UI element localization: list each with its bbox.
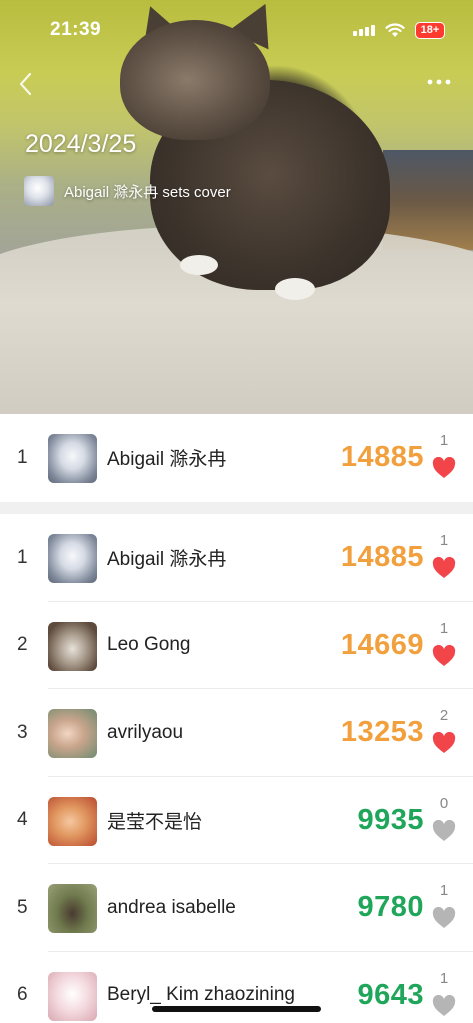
wifi-icon bbox=[385, 22, 405, 38]
like-count: 1 bbox=[439, 432, 449, 449]
avatar[interactable] bbox=[48, 621, 97, 671]
step-score: 9780 bbox=[357, 891, 424, 924]
section-separator bbox=[0, 502, 473, 514]
home-indicator[interactable] bbox=[152, 1006, 321, 1012]
like-control[interactable]: 1 bbox=[432, 968, 456, 1017]
step-score: 9643 bbox=[357, 978, 424, 1011]
like-control[interactable]: 1 bbox=[432, 880, 456, 929]
like-control[interactable]: 1 bbox=[432, 618, 456, 667]
heart-icon[interactable] bbox=[432, 457, 456, 479]
ranking-row[interactable]: 3 avrilyaou 13253 2 bbox=[0, 689, 473, 777]
rank-number: 6 bbox=[17, 984, 28, 1006]
rank-number: 3 bbox=[17, 721, 28, 743]
ranking-row[interactable]: 5 andrea isabelle 9780 1 bbox=[0, 864, 473, 952]
user-name: Abigail 滁永冉 bbox=[107, 549, 227, 571]
ranking-row[interactable]: 2 Leo Gong 14669 1 bbox=[0, 602, 473, 689]
rank-number: 4 bbox=[17, 809, 28, 831]
cover-setter-avatar bbox=[24, 176, 54, 206]
rank-number: 1 bbox=[17, 546, 28, 568]
heart-icon[interactable] bbox=[432, 557, 456, 579]
like-control[interactable]: 0 bbox=[432, 793, 456, 842]
avatar[interactable] bbox=[48, 796, 97, 846]
user-name: andrea isabelle bbox=[107, 896, 236, 918]
status-time: 21:39 bbox=[50, 19, 102, 40]
user-name: Beryl_ Kim zhaozining bbox=[107, 984, 295, 1006]
like-control[interactable]: 1 bbox=[432, 430, 456, 479]
avatar[interactable] bbox=[48, 434, 97, 483]
user-name: 是莹不是怡 bbox=[107, 811, 203, 833]
cat-paw bbox=[180, 255, 218, 275]
user-name: Abigail 滁永冉 bbox=[107, 449, 227, 471]
cat-paw bbox=[275, 278, 315, 300]
like-count: 1 bbox=[439, 969, 449, 987]
heart-icon[interactable] bbox=[432, 732, 456, 754]
rank-number: 2 bbox=[17, 634, 28, 656]
heart-icon[interactable] bbox=[432, 644, 456, 667]
ranking-row[interactable]: 6 Beryl_ Kim zhaozining 9643 1 bbox=[0, 952, 473, 1023]
avatar[interactable] bbox=[48, 971, 97, 1021]
my-rank-row[interactable]: 1 Abigail 滁永冉 14885 1 bbox=[0, 414, 473, 502]
status-bar: 21:39 18+ bbox=[0, 0, 473, 60]
ranking-row[interactable]: 4 是莹不是怡 9935 0 bbox=[0, 777, 473, 864]
step-score: 13253 bbox=[340, 716, 424, 749]
user-name: Leo Gong bbox=[107, 634, 191, 656]
step-score: 9935 bbox=[357, 803, 424, 836]
like-count: 0 bbox=[439, 794, 449, 812]
heart-icon[interactable] bbox=[432, 994, 456, 1017]
avatar[interactable] bbox=[48, 534, 97, 583]
avatar[interactable] bbox=[48, 709, 97, 758]
status-indicators: 18+ bbox=[353, 21, 445, 39]
like-count: 1 bbox=[439, 882, 449, 899]
back-icon[interactable] bbox=[14, 70, 38, 98]
step-score: 14885 bbox=[340, 541, 424, 574]
like-count: 2 bbox=[439, 707, 449, 724]
ranking-list: 1 Abigail 滁永冉 14885 1 2 Leo Gong 14669 1 3 avrily… bbox=[0, 514, 473, 1023]
more-options-icon[interactable] bbox=[427, 76, 451, 88]
step-score: 14885 bbox=[340, 441, 424, 474]
like-control[interactable]: 2 bbox=[432, 705, 456, 754]
rank-number: 1 bbox=[17, 446, 28, 468]
heart-icon[interactable] bbox=[432, 907, 456, 929]
cover-setter[interactable]: Abigail 滁永冉 sets cover bbox=[24, 176, 231, 206]
like-count: 1 bbox=[439, 532, 449, 549]
like-count: 1 bbox=[439, 619, 449, 637]
cover-photo[interactable] bbox=[0, 0, 473, 414]
battery-icon: 18+ bbox=[415, 21, 445, 39]
user-name: avrilyaou bbox=[107, 721, 184, 743]
cover-setter-text: Abigail 滁永冉 sets cover bbox=[64, 183, 231, 201]
cover-date: 2024/3/25 bbox=[25, 130, 137, 158]
ranking-row[interactable]: 1 Abigail 滁永冉 14885 1 bbox=[0, 514, 473, 602]
signal-icon bbox=[353, 24, 375, 36]
avatar[interactable] bbox=[48, 884, 97, 933]
step-score: 14669 bbox=[340, 628, 424, 661]
rank-number: 5 bbox=[17, 896, 28, 918]
heart-icon[interactable] bbox=[432, 819, 456, 842]
like-control[interactable]: 1 bbox=[432, 530, 456, 579]
